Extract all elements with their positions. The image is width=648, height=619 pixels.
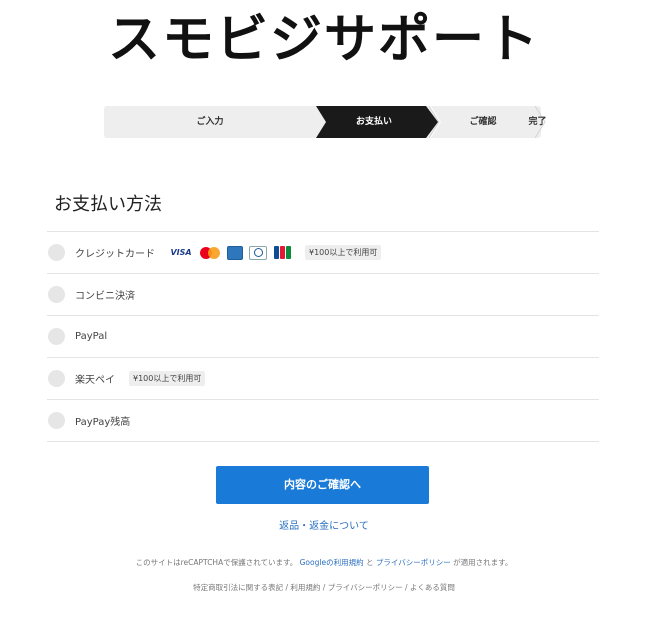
amex-icon: [227, 245, 243, 260]
payment-option-paypay[interactable]: PayPay残高: [47, 400, 599, 442]
radio-button[interactable]: [48, 244, 65, 261]
checkout-steps: ご入力 お支払い ご確認 完了: [104, 106, 547, 138]
diners-icon: [249, 245, 267, 260]
radio-button[interactable]: [48, 370, 65, 387]
refund-policy-link[interactable]: 返品・返金について: [0, 517, 648, 532]
option-label: PayPay残高: [75, 417, 131, 428]
site-title: スモビジサポート: [107, 10, 540, 70]
and-text: と: [365, 558, 374, 567]
recaptcha-suffix: が適用されます。: [453, 558, 513, 567]
separator: /: [320, 583, 328, 592]
payment-option-convenience-store[interactable]: コンビニ決済: [47, 274, 599, 316]
radio-button[interactable]: [48, 412, 65, 429]
payment-method-heading: お支払い方法: [54, 194, 162, 215]
recaptcha-notice: このサイトはreCAPTCHAで保護されています。 Googleの利用規約 と …: [0, 557, 648, 568]
google-terms-link[interactable]: Googleの利用規約: [300, 558, 364, 567]
visa-icon: VISA: [170, 248, 192, 257]
footer-link-faq[interactable]: よくある質問: [410, 583, 455, 592]
payment-option-rakuten-pay[interactable]: 楽天ペイ ¥100以上で利用可: [47, 358, 599, 400]
radio-button[interactable]: [48, 286, 65, 303]
option-label: PayPal: [75, 331, 108, 342]
min-amount-badge: ¥100以上で利用可: [129, 371, 206, 386]
radio-button[interactable]: [48, 328, 65, 345]
min-amount-badge: ¥100以上で利用可: [305, 245, 382, 260]
card-brand-logos: VISA: [169, 245, 291, 260]
step-complete: 完了: [528, 117, 547, 127]
option-label: コンビニ決済: [75, 291, 135, 302]
payment-option-paypal[interactable]: PayPal: [47, 316, 599, 358]
option-label: クレジットカード: [75, 249, 155, 260]
jcb-icon: [273, 246, 291, 260]
step-input: ご入力: [196, 117, 224, 127]
step-payment: お支払い: [355, 117, 392, 127]
recaptcha-text: このサイトはreCAPTCHAで保護されています。: [135, 558, 298, 567]
confirm-order-button[interactable]: 内容のご確認へ: [216, 466, 429, 504]
payment-method-list: クレジットカード VISA ¥100以上で利用可 コンビニ決済 PayPal 楽…: [47, 231, 599, 442]
separator: /: [402, 583, 410, 592]
footer-link-terms[interactable]: 利用規約: [290, 583, 320, 592]
footer-link-privacy[interactable]: プライバシーポリシー: [328, 583, 403, 592]
option-label: 楽天ペイ: [75, 375, 115, 386]
footer-links: 特定商取引法に関する表記 / 利用規約 / プライバシーポリシー / よくある質…: [0, 582, 648, 593]
mastercard-icon: [199, 246, 221, 260]
google-privacy-link[interactable]: プライバシーポリシー: [376, 558, 451, 567]
payment-option-credit-card[interactable]: クレジットカード VISA ¥100以上で利用可: [47, 232, 599, 274]
footer-link-tokushoho[interactable]: 特定商取引法に関する表記: [193, 583, 283, 592]
